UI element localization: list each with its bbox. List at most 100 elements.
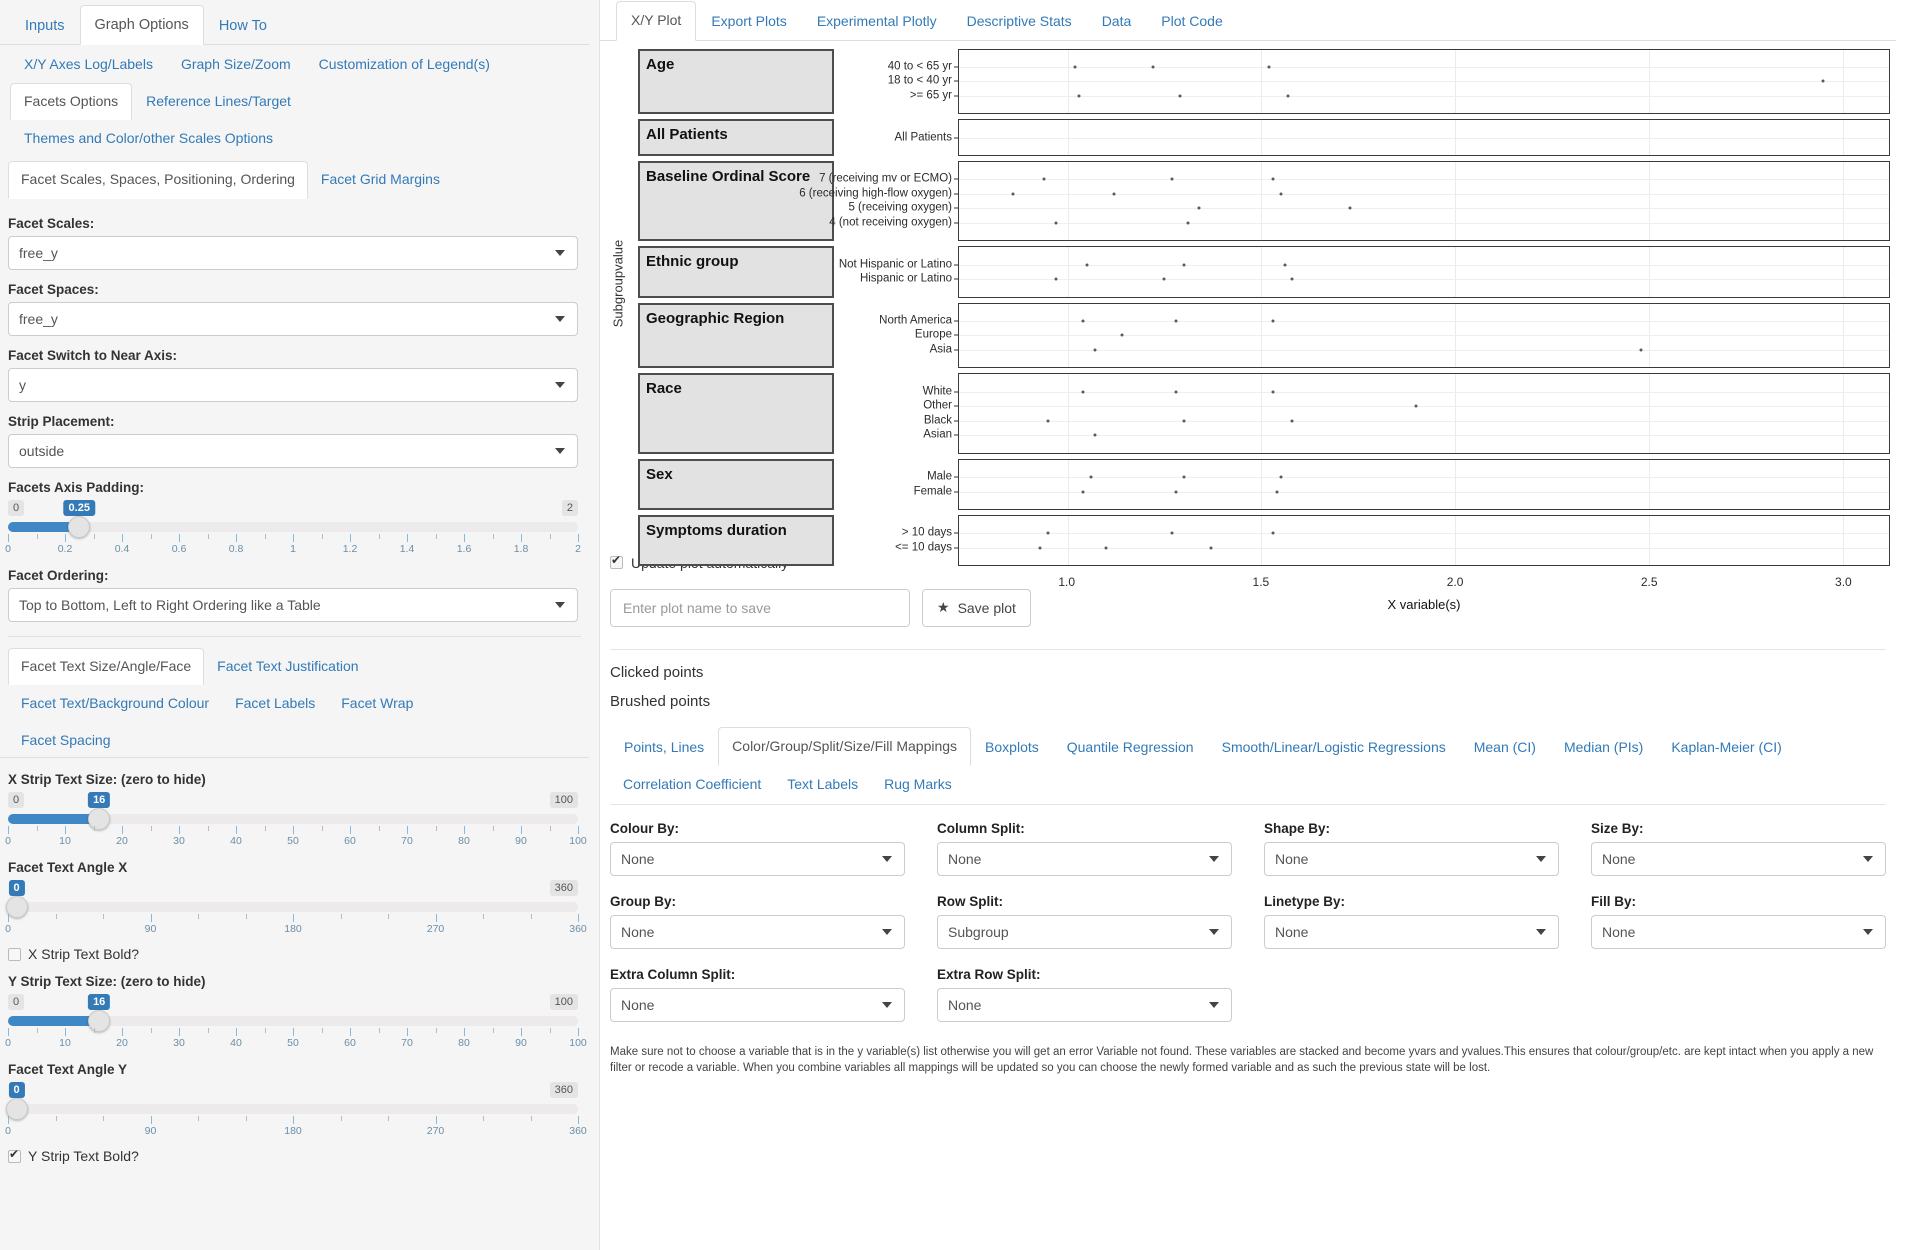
tab-points-lines[interactable]: Points, Lines [610,728,718,767]
group-by-select[interactable]: None [610,914,905,949]
data-point[interactable] [1186,221,1190,225]
tab-facet-grid-margins[interactable]: Facet Grid Margins [308,161,453,199]
facet-scales-select[interactable]: free_y [8,235,578,270]
x-strip-text-size-slider[interactable]: 0 100 16 0 10 20 30 40 50 60 70 80 90 100 [5,792,587,848]
data-point[interactable] [1170,531,1174,535]
tab-export-plots[interactable]: Export Plots [696,2,801,41]
plot-name-input[interactable]: Enter plot name to save [610,588,910,627]
data-point[interactable] [1290,419,1294,423]
data-point[interactable] [1348,206,1352,210]
subtab-facets-options[interactable]: Facets Options [10,82,133,121]
xy-plot[interactable]: Subgroupvalue Age All Patients Baseline Or… [610,41,1890,612]
subtab-reference-lines-target[interactable]: Reference Lines/Target [132,83,305,121]
tab-mean-ci[interactable]: Mean (CI) [1460,728,1550,767]
data-point[interactable] [1120,333,1124,337]
tab-text-labels[interactable]: Text Labels [774,766,871,803]
data-point[interactable] [1639,348,1643,352]
y-strip-text-size-slider[interactable]: 0 100 16 0 10 20 30 40 50 60 70 80 90 100 [5,994,587,1050]
data-point[interactable] [1275,490,1279,494]
facet-switch-select[interactable]: y [8,367,578,402]
tab-xy-plot[interactable]: X/Y Plot [616,1,697,41]
data-point[interactable] [1279,192,1283,196]
data-point[interactable] [1170,177,1174,181]
tab-facet-text-justification[interactable]: Facet Text Justification [204,648,371,686]
facet-panel[interactable] [958,458,1890,510]
data-point[interactable] [1085,263,1089,267]
tab-facet-spacing[interactable]: Facet Spacing [8,722,124,759]
data-point[interactable] [1182,263,1186,267]
tab-kaplan-meier-ci[interactable]: Kaplan-Meier (CI) [1657,728,1795,767]
tab-data[interactable]: Data [1087,2,1147,41]
y-strip-text-bold-row[interactable]: Y Strip Text Bold? [8,1147,581,1164]
tab-facet-labels[interactable]: Facet Labels [222,685,328,722]
facets-axis-padding-slider[interactable]: 0 2 0.25 0 0.2 0.4 0.6 0.8 1 1.2 1.4 1.6 1.8 2 [5,499,581,556]
data-point[interactable] [1093,433,1097,437]
data-point[interactable] [1042,177,1046,181]
data-point[interactable] [1286,94,1290,98]
facet-panel[interactable] [958,48,1890,115]
subtab-xy-axes-log-labels[interactable]: X/Y Axes Log/Labels [10,46,167,83]
facet-panel[interactable] [958,119,1890,156]
tab-facet-text-size-angle-face[interactable]: Facet Text Size/Angle/Face [8,647,205,686]
facet-panel[interactable] [958,302,1890,369]
tab-color-group-split-size-fill-mappings[interactable]: Color/Group/Split/Size/Fill Mappings [718,726,972,767]
data-point[interactable] [1151,65,1155,69]
data-point[interactable] [1182,475,1186,479]
update-plot-automatically-checkbox[interactable] [610,553,623,570]
shape-by-select[interactable]: None [1264,841,1559,876]
tab-boxplots[interactable]: Boxplots [971,728,1053,767]
subtab-themes-color-scales[interactable]: Themes and Color/other Scales Options [10,120,287,157]
subtab-customization-of-legends[interactable]: Customization of Legend(s) [305,46,504,83]
facet-ordering-select[interactable]: Top to Bottom, Left to Right Ordering li… [8,587,578,622]
data-point[interactable] [1821,79,1825,83]
data-point[interactable] [1073,65,1077,69]
data-point[interactable] [1283,263,1286,267]
facet-panel[interactable] [958,160,1890,242]
data-point[interactable] [1271,531,1275,535]
size-by-select[interactable]: None [1591,841,1886,876]
tab-facet-text-background-colour[interactable]: Facet Text/Background Colour [8,685,222,722]
tab-experimental-plotly[interactable]: Experimental Plotly [802,2,952,41]
tab-plot-code[interactable]: Plot Code [1146,2,1237,41]
data-point[interactable] [1209,546,1213,550]
extra-column-split-select[interactable]: None [610,987,905,1022]
x-strip-text-bold-row[interactable]: X Strip Text Bold? [8,946,581,962]
data-point[interactable] [1271,390,1275,394]
tab-facet-scales-spaces[interactable]: Facet Scales, Spaces, Positioning, Order… [8,161,308,199]
data-point[interactable] [1271,319,1275,323]
data-point[interactable] [1414,404,1418,408]
facet-text-angle-x-slider[interactable]: 0 360 0 90 180 270 360 [5,880,587,936]
data-point[interactable] [1081,490,1085,494]
tab-inputs[interactable]: Inputs [10,6,80,45]
data-point[interactable] [1038,546,1042,550]
data-point[interactable] [1290,277,1294,281]
data-point[interactable] [1174,319,1178,323]
tab-correlation-coefficient[interactable]: Correlation Coefficient [610,766,774,803]
fill-by-select[interactable]: None [1591,914,1886,949]
data-point[interactable] [1182,419,1186,423]
data-point[interactable] [1197,206,1201,210]
data-point[interactable] [1054,277,1058,281]
extra-row-split-select[interactable]: None [937,987,1232,1022]
data-point[interactable] [1267,65,1271,69]
facet-spaces-select[interactable]: free_y [8,301,578,336]
tab-graph-options[interactable]: Graph Options [79,5,204,46]
data-point[interactable] [1011,192,1015,196]
data-point[interactable] [1112,192,1116,196]
row-split-select[interactable]: Subgroup [937,914,1232,949]
tab-how-to[interactable]: How To [204,6,282,45]
data-point[interactable] [1089,475,1093,479]
data-point[interactable] [1081,390,1085,394]
data-point[interactable] [1104,546,1108,550]
slider-track[interactable] [8,902,578,913]
slider-track[interactable] [8,521,578,532]
data-point[interactable] [1279,475,1283,479]
data-point[interactable] [1081,319,1085,323]
tab-rug-marks[interactable]: Rug Marks [871,766,965,803]
data-point[interactable] [1046,531,1050,535]
linetype-by-select[interactable]: None [1264,914,1559,949]
facet-panel[interactable] [958,514,1890,567]
colour-by-select[interactable]: None [610,841,905,876]
data-point[interactable] [1271,177,1275,181]
data-point[interactable] [1046,419,1050,423]
